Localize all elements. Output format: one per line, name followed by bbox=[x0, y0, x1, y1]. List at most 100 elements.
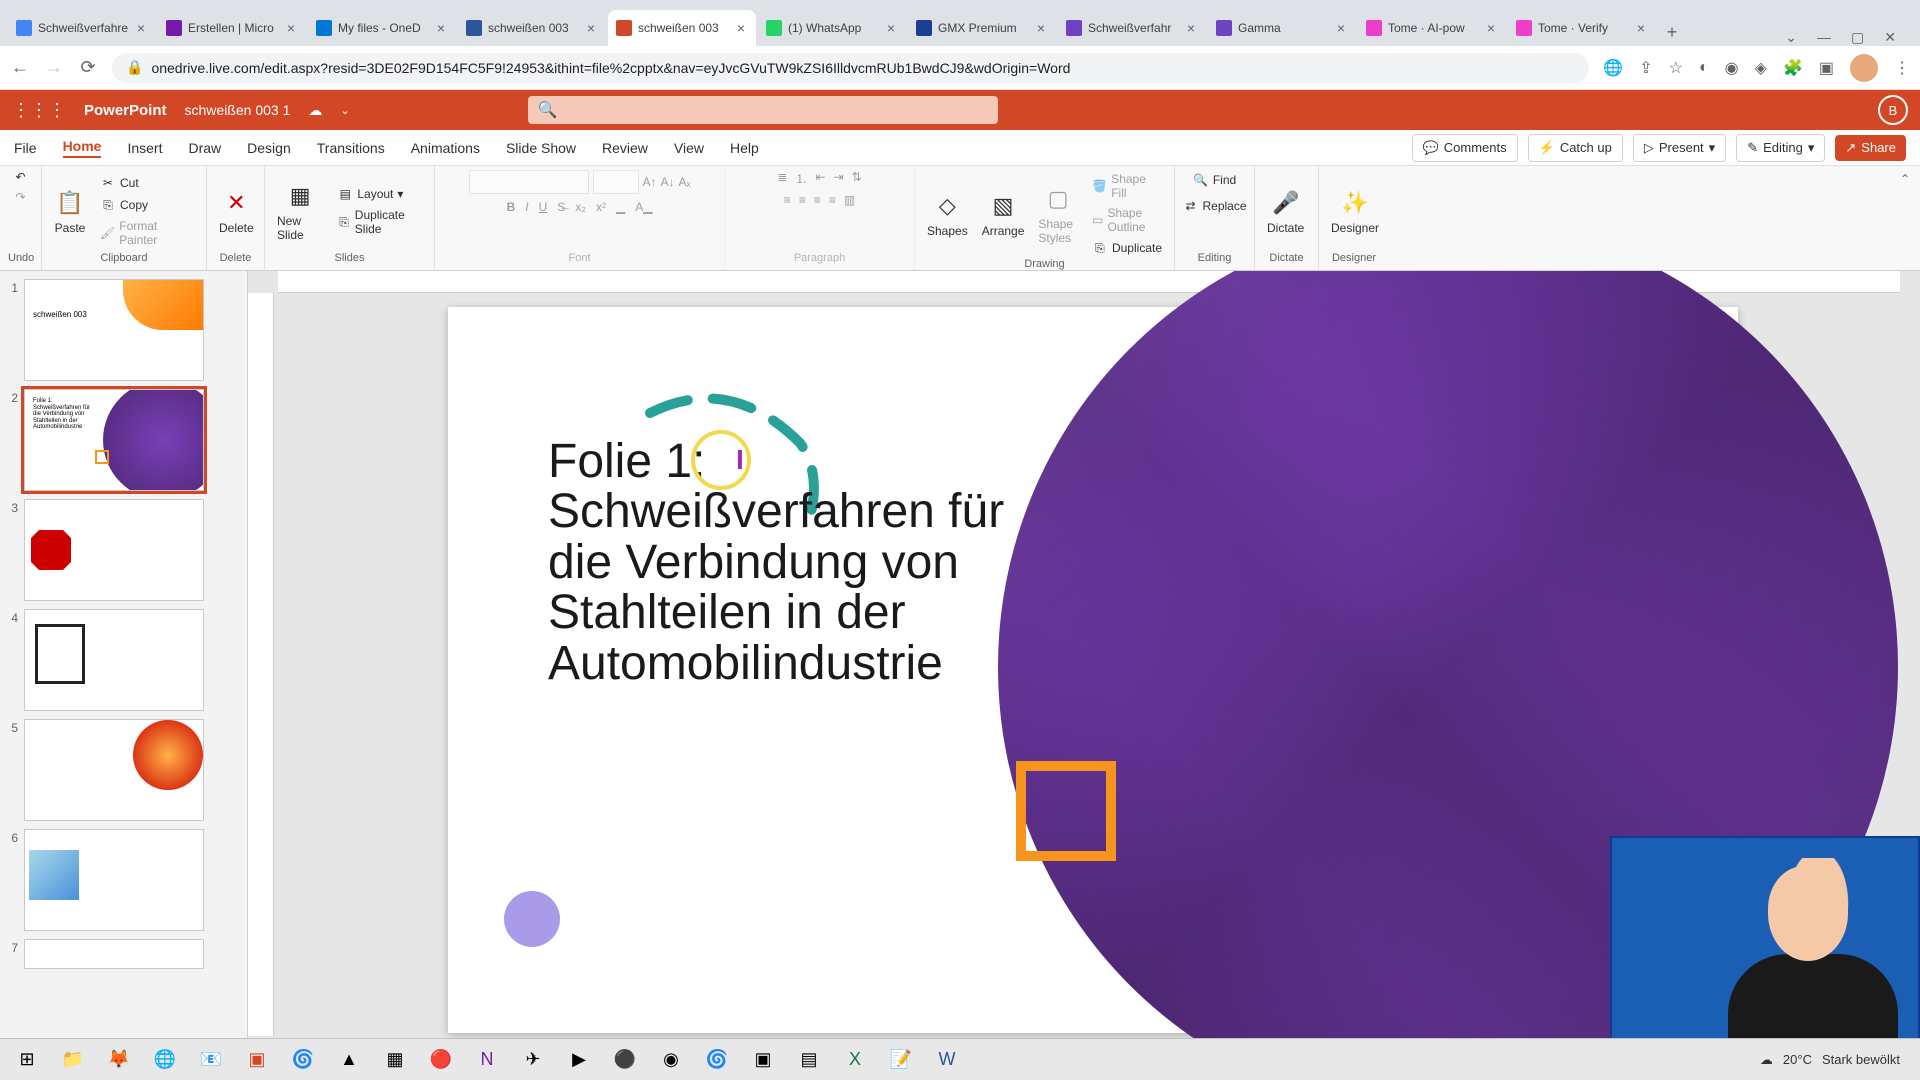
powerpoint-icon[interactable]: ▣ bbox=[236, 1042, 278, 1078]
user-avatar[interactable]: B bbox=[1878, 95, 1908, 125]
extension-icon[interactable]: ◉ bbox=[1725, 58, 1739, 78]
chevron-down-icon[interactable]: ⌄ bbox=[340, 104, 349, 117]
extension-icon[interactable]: ◐ bbox=[1699, 59, 1709, 77]
dictate-button[interactable]: 🎤Dictate bbox=[1263, 185, 1308, 237]
duplicate-slide-button[interactable]: ⎘Duplicate Slide bbox=[333, 206, 426, 238]
slide-thumb[interactable] bbox=[24, 499, 204, 601]
tab-transitions[interactable]: Transitions bbox=[317, 140, 385, 156]
slide-thumb[interactable]: schweißen 003 bbox=[24, 279, 204, 381]
browser-tab[interactable]: Tome · Verify× bbox=[1508, 10, 1656, 46]
translate-icon[interactable]: 🌐 bbox=[1603, 58, 1623, 78]
slide-thumbnails[interactable]: 1 schweißen 003 2 Folie 1: Schweißverfah… bbox=[0, 271, 248, 1046]
tab-slideshow[interactable]: Slide Show bbox=[506, 140, 576, 156]
close-icon[interactable]: × bbox=[1484, 21, 1498, 35]
firefox-icon[interactable]: 🦊 bbox=[98, 1042, 140, 1078]
close-icon[interactable]: × bbox=[1184, 21, 1198, 35]
tab-file[interactable]: File bbox=[14, 140, 37, 156]
close-icon[interactable]: ✕ bbox=[1884, 29, 1896, 46]
close-icon[interactable]: × bbox=[1634, 21, 1648, 35]
collapse-ribbon-icon[interactable]: ⌃ bbox=[1890, 166, 1920, 270]
slide-thumb[interactable] bbox=[24, 939, 204, 969]
extensions-icon[interactable]: 🧩 bbox=[1783, 58, 1803, 78]
app-icon[interactable]: ▦ bbox=[374, 1042, 416, 1078]
close-icon[interactable]: × bbox=[584, 21, 598, 35]
menu-icon[interactable]: ⋮ bbox=[1894, 58, 1910, 78]
orange-square-shape[interactable] bbox=[1016, 761, 1116, 861]
cloud-icon[interactable]: ☁ bbox=[308, 102, 322, 119]
lilac-circle-shape[interactable] bbox=[504, 891, 560, 947]
onenote-icon[interactable]: N bbox=[466, 1042, 508, 1078]
browser-tab[interactable]: Tome · AI-pow× bbox=[1358, 10, 1506, 46]
close-icon[interactable]: × bbox=[1334, 21, 1348, 35]
chevron-down-icon[interactable]: ▾ bbox=[1709, 140, 1716, 156]
close-icon[interactable]: × bbox=[134, 21, 148, 35]
slide-thumb[interactable] bbox=[24, 829, 204, 931]
find-button[interactable]: 🔍Find bbox=[1189, 170, 1240, 190]
outlook-icon[interactable]: 📧 bbox=[190, 1042, 232, 1078]
sidepanel-icon[interactable]: ▣ bbox=[1819, 58, 1834, 78]
tab-animations[interactable]: Animations bbox=[411, 140, 480, 156]
bookmark-icon[interactable]: ☆ bbox=[1669, 58, 1683, 78]
browser-tab[interactable]: My files - OneD× bbox=[308, 10, 456, 46]
profile-avatar[interactable] bbox=[1850, 54, 1878, 82]
new-slide-button[interactable]: ▦New Slide bbox=[273, 178, 327, 244]
tab-help[interactable]: Help bbox=[730, 140, 759, 156]
slide-canvas[interactable]: Folie 1: Schweißverfahren für die Verbin… bbox=[448, 307, 1738, 1033]
browser-tab[interactable]: (1) WhatsApp× bbox=[758, 10, 906, 46]
tab-home[interactable]: Home bbox=[63, 138, 102, 158]
present-button[interactable]: ▷Present▾ bbox=[1633, 134, 1726, 162]
slide-thumb[interactable] bbox=[24, 609, 204, 711]
cut-button[interactable]: ✂Cut bbox=[96, 173, 198, 193]
tab-draw[interactable]: Draw bbox=[188, 140, 221, 156]
app-icon[interactable]: 🌀 bbox=[696, 1042, 738, 1078]
excel-icon[interactable]: X bbox=[834, 1042, 876, 1078]
telegram-icon[interactable]: ✈ bbox=[512, 1042, 554, 1078]
app-icon[interactable]: ◉ bbox=[650, 1042, 692, 1078]
copy-button[interactable]: ⎘Copy bbox=[96, 195, 198, 215]
slide-title-text[interactable]: Folie 1: Schweißverfahren für die Verbin… bbox=[548, 437, 1028, 689]
designer-button[interactable]: ✨Designer bbox=[1327, 185, 1383, 237]
close-icon[interactable]: × bbox=[884, 21, 898, 35]
layout-button[interactable]: ▤Layout▾ bbox=[333, 184, 426, 204]
share-button[interactable]: ↗Share bbox=[1835, 135, 1906, 161]
replace-button[interactable]: ⇄Replace bbox=[1178, 196, 1250, 216]
paste-button[interactable]: 📋Paste bbox=[50, 185, 90, 237]
close-icon[interactable]: × bbox=[284, 21, 298, 35]
browser-tab-active[interactable]: schweißen 003× bbox=[608, 10, 756, 46]
app-icon[interactable]: 🌀 bbox=[282, 1042, 324, 1078]
tab-insert[interactable]: Insert bbox=[127, 140, 162, 156]
app-icon[interactable]: ▶ bbox=[558, 1042, 600, 1078]
reload-icon[interactable]: ⟳ bbox=[78, 57, 98, 78]
slide-thumb[interactable] bbox=[24, 719, 204, 821]
maximize-icon[interactable]: ▢ bbox=[1851, 29, 1864, 46]
editing-button[interactable]: ✎Editing▾ bbox=[1736, 134, 1825, 162]
share-icon[interactable]: ⇪ bbox=[1639, 58, 1652, 78]
chrome-icon[interactable]: 🌐 bbox=[144, 1042, 186, 1078]
close-icon[interactable]: × bbox=[434, 21, 448, 35]
start-button[interactable]: ⊞ bbox=[6, 1042, 48, 1078]
app-icon[interactable]: ▣ bbox=[742, 1042, 784, 1078]
duplicate-button[interactable]: ⎘Duplicate bbox=[1088, 238, 1166, 258]
comments-button[interactable]: 💬Comments bbox=[1412, 134, 1518, 162]
document-name[interactable]: schweißen 003 1 bbox=[185, 102, 291, 118]
delete-button[interactable]: ✕Delete bbox=[215, 185, 258, 237]
chevron-down-icon[interactable]: ⌄ bbox=[1785, 29, 1797, 46]
close-icon[interactable]: × bbox=[1034, 21, 1048, 35]
extension-icon[interactable]: ◈ bbox=[1755, 58, 1767, 78]
tab-review[interactable]: Review bbox=[602, 140, 648, 156]
close-icon[interactable]: × bbox=[734, 21, 748, 35]
shapes-button[interactable]: ◇Shapes bbox=[923, 188, 972, 240]
obs-icon[interactable]: ⚫ bbox=[604, 1042, 646, 1078]
notepad-icon[interactable]: 📝 bbox=[880, 1042, 922, 1078]
app-icon[interactable]: 🔴 bbox=[420, 1042, 462, 1078]
app-launcher-icon[interactable]: ⋮⋮⋮ bbox=[12, 100, 66, 121]
slide-thumb-selected[interactable]: Folie 1: Schweißverfahren für die Verbin… bbox=[24, 389, 204, 491]
chevron-down-icon[interactable]: ▾ bbox=[1808, 140, 1815, 156]
catchup-button[interactable]: ⚡Catch up bbox=[1528, 134, 1623, 162]
tab-view[interactable]: View bbox=[674, 140, 704, 156]
vlc-icon[interactable]: ▲ bbox=[328, 1042, 370, 1078]
undo-icon[interactable]: ↶ bbox=[15, 170, 25, 184]
browser-tab[interactable]: Erstellen | Micro× bbox=[158, 10, 306, 46]
tab-design[interactable]: Design bbox=[247, 140, 291, 156]
new-tab-button[interactable]: + bbox=[1658, 18, 1686, 46]
